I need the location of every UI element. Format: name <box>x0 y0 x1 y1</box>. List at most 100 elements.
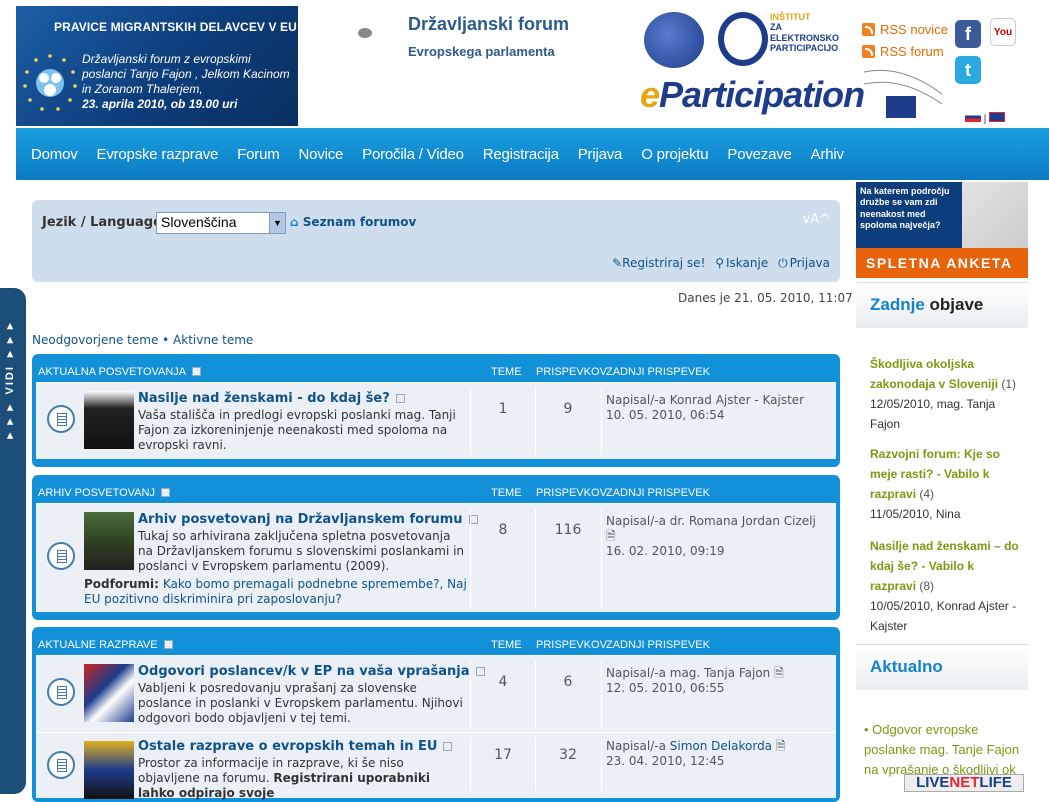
category-header: AKTUALNE RAZPRAVE TEME PRISPEVKOV ZADNJI… <box>38 639 710 651</box>
youtube-icon[interactable]: You <box>990 18 1016 46</box>
view-post-icon[interactable]: 🗎 <box>776 739 786 753</box>
nav-registracija[interactable]: Registracija <box>483 146 559 163</box>
checkbox-icon[interactable] <box>192 367 202 376</box>
forum-locked-icon <box>47 542 75 570</box>
wwww-heart-logo[interactable] <box>718 12 768 66</box>
survey-banner[interactable]: Na katerem področju družbe se vam zdi ne… <box>856 182 1028 278</box>
latest-post-item[interactable]: Razvojni forum: Kje so meje rasti? - Vab… <box>870 444 1020 524</box>
category-aktualna-posvetovanja: AKTUALNA POSVETOVANJA TEME PRISPEVKOV ZA… <box>32 354 840 467</box>
latest-posts-heading: Zadnje objave <box>856 282 1028 328</box>
checkbox-icon[interactable] <box>443 742 453 751</box>
topics-count: 1 <box>498 401 508 417</box>
topics-count: 8 <box>498 522 508 538</box>
vidi-side-tab[interactable]: ▼▼▼ VIDI ▼▼▼ <box>0 288 26 794</box>
nav-o-projektu[interactable]: O projektu <box>641 146 708 163</box>
last-post: Napisal/-a Simon Delakorda 🗎 23. 04. 201… <box>606 739 786 768</box>
forum-title: Državljanski forum <box>408 14 570 34</box>
forum-subtitle: Evropskega parlamenta <box>408 44 555 59</box>
checkbox-icon[interactable] <box>395 394 405 403</box>
rss-icon <box>862 22 875 36</box>
survey-question: Na katerem področju družbe se vam zdi ne… <box>856 182 962 248</box>
topics-count: 4 <box>498 674 508 690</box>
category-header: ARHIV POSVETOVANJ TEME PRISPEVKOV ZADNJI… <box>38 487 710 499</box>
banner-title: PRAVICE MIGRANTSKIH DELAVCEV V EU <box>54 20 297 34</box>
forum-description: Vabljeni k posredovanju vprašanj za slov… <box>138 681 463 725</box>
facebook-icon[interactable]: f <box>955 20 981 48</box>
language-label: Jezik / Language: <box>42 215 168 230</box>
rss-news-link[interactable]: RSS novice <box>862 18 948 40</box>
forum-read-icon <box>47 405 75 433</box>
forum-toolbar: Jezik / Language: Slovenščina ▼ ⌂ Seznam … <box>32 200 840 282</box>
posts-count: 6 <box>563 674 573 690</box>
forum-thumbnail <box>84 512 134 570</box>
chevron-down-icon[interactable]: ▼ <box>269 213 285 233</box>
category-aktualne-razprave: AKTUALNE RAZPRAVE TEME PRISPEVKOV ZADNJI… <box>32 627 840 802</box>
main-navigation: Domov Evropske razprave Forum Novice Por… <box>16 128 1049 180</box>
subforums: Podforumi: Kako bomo premagali podnebne … <box>84 577 467 606</box>
forum-row[interactable]: Ostale razprave o evropskih temah in EU … <box>36 732 836 800</box>
right-sidebar: Na katerem področju družbe se vam zdi ne… <box>856 182 1028 794</box>
forum-row[interactable]: Odgovori poslancev/k v EP na vaša vpraša… <box>36 655 836 732</box>
nav-arhiv[interactable]: Arhiv <box>811 146 844 163</box>
banner-migrant-rights[interactable]: PRAVICE MIGRANTSKIH DELAVCEV V EU Državl… <box>16 6 298 126</box>
view-post-icon[interactable]: 🗎 <box>606 529 836 544</box>
rss-icon <box>862 44 875 58</box>
view-post-icon[interactable]: 🗎 <box>774 666 784 680</box>
nav-domov[interactable]: Domov <box>31 146 78 163</box>
rss-forum-link[interactable]: RSS forum <box>862 40 948 62</box>
eu-parliament-logo <box>863 69 943 118</box>
forum-row[interactable]: Nasilje nad ženskami - do kdaj še? Vaša … <box>36 382 836 459</box>
forum-description: Prostor za informacije in razprave, ki š… <box>138 756 430 800</box>
livenetlife-badge[interactable]: LIVENETLIFE <box>904 774 1024 792</box>
current-date: Danes je 21. 05. 2010, 11:07 <box>678 291 853 305</box>
category-header: AKTUALNA POSVETOVANJA TEME PRISPEVKOV ZA… <box>38 366 710 378</box>
language-select[interactable]: Slovenščina ▼ <box>156 212 286 234</box>
forum-title-area: Državljanski forum Evropskega parlamenta <box>298 6 618 126</box>
nav-novice[interactable]: Novice <box>299 146 344 163</box>
bird-icon <box>358 28 372 38</box>
search-icon: ⚲ <box>715 256 725 270</box>
posts-count: 9 <box>563 401 573 417</box>
eparticipation-logo[interactable]: eParticipation <box>640 74 865 116</box>
institute-name[interactable]: INŠTITUT ZA ELEKTRONSKO PARTICIPACIJO <box>770 12 839 53</box>
nav-prijava[interactable]: Prijava <box>578 146 623 163</box>
checkbox-icon[interactable] <box>163 640 173 649</box>
nav-povezave[interactable]: Povezave <box>727 146 791 163</box>
forum-read-icon <box>47 678 75 706</box>
flag-uk-icon[interactable] <box>989 112 1006 122</box>
forum-description: Tukaj so arhivirana zaključena spletna p… <box>138 529 465 573</box>
site-header: PRAVICE MIGRANTSKIH DELAVCEV V EU Državl… <box>0 0 1049 128</box>
posts-count: 32 <box>559 747 577 763</box>
nav-porocila-video[interactable]: Poročila / Video <box>362 146 464 163</box>
nav-evropske-razprave[interactable]: Evropske razprave <box>97 146 219 163</box>
vidi-globe-logo[interactable] <box>644 12 704 68</box>
forum-list-link[interactable]: ⌂ Seznam forumov <box>290 215 416 229</box>
nav-forum[interactable]: Forum <box>237 146 280 163</box>
language-flags[interactable]: | <box>965 112 1006 125</box>
topics-count: 17 <box>494 747 512 763</box>
quick-links[interactable]: Neodgovorjene teme • Aktivne teme <box>32 333 253 347</box>
checkbox-icon[interactable] <box>160 488 170 497</box>
font-size-icon[interactable]: vA^ <box>803 212 830 227</box>
forum-title[interactable]: Arhiv posvetovanj na Državljanskem forum… <box>138 512 478 527</box>
forum-title[interactable]: Ostale razprave o evropskih temah in EU <box>138 739 453 754</box>
register-link[interactable]: ✎Registriraj se! <box>612 256 705 270</box>
forum-title[interactable]: Nasilje nad ženskami - do kdaj še? <box>138 391 405 406</box>
banner-text: Državljanski forum z evropskimi poslanci… <box>82 52 290 111</box>
rss-links: RSS novice RSS forum <box>862 18 948 62</box>
forum-row[interactable]: Arhiv posvetovanj na Državljanskem forum… <box>36 503 836 612</box>
eu-stars-logo <box>23 54 77 111</box>
user-links: ✎Registriraj se! ⚲ Iskanje ⏻ Prijava <box>606 256 830 271</box>
flag-slovenia-icon[interactable] <box>965 112 981 122</box>
forum-read-icon <box>47 751 75 779</box>
survey-button[interactable]: SPLETNA ANKETA <box>856 248 1028 278</box>
latest-post-item[interactable]: Škodljiva okoljska zakonodaja v Slovenij… <box>870 354 1020 434</box>
last-post: Napisal/-a mag. Tanja Fajon 🗎 12. 05. 20… <box>606 666 784 695</box>
latest-post-item[interactable]: Nasilje nad ženskami – do kdaj še? - Vab… <box>870 536 1020 636</box>
twitter-icon[interactable]: t <box>955 56 981 84</box>
aktualno-item[interactable]: • Odgovor evropske poslanke mag. Tanje F… <box>864 720 1024 780</box>
login-link[interactable]: ⏻ Prijava <box>778 256 830 270</box>
search-link[interactable]: ⚲ Iskanje <box>715 256 768 270</box>
forum-title[interactable]: Odgovori poslancev/k v EP na vaša vpraša… <box>138 664 485 679</box>
last-post: Napisal/-a Konrad Ajster - Kajster 10. 0… <box>606 393 805 422</box>
